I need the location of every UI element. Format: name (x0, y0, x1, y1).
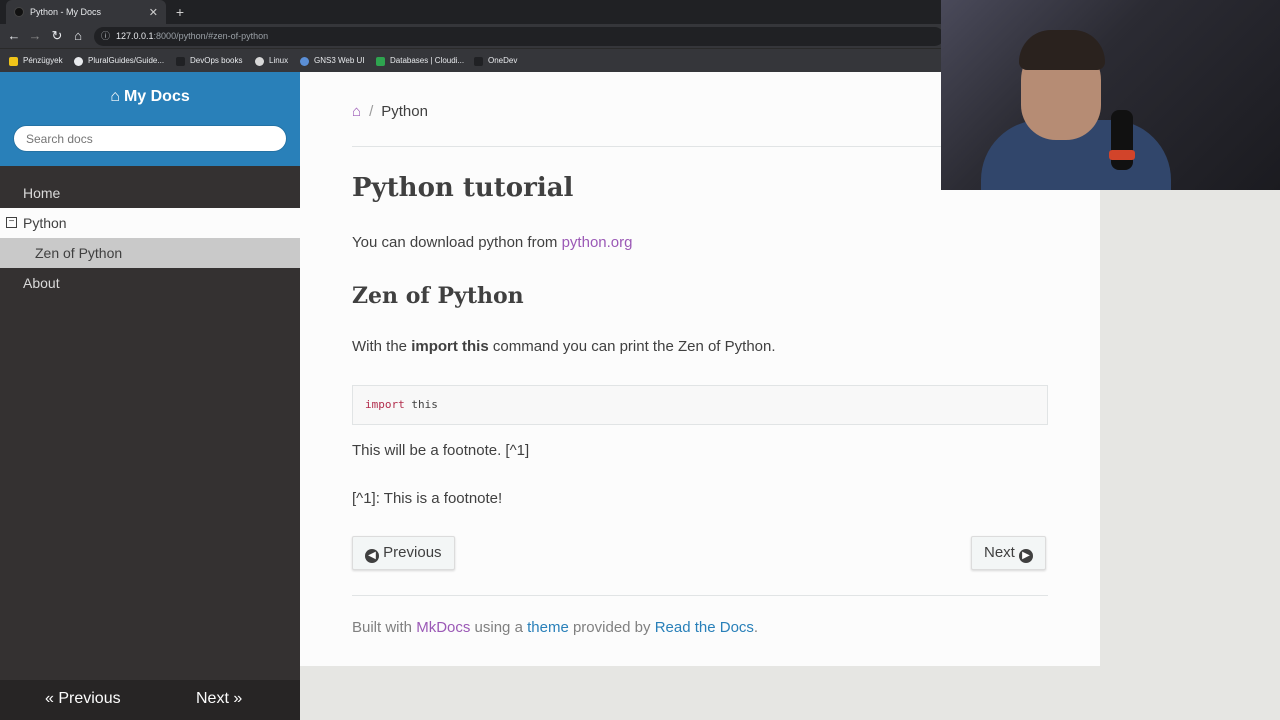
bookmark-item[interactable]: Pénzügyek (9, 54, 63, 68)
sidebar-item-zen-of-python[interactable]: Zen of Python (0, 238, 300, 268)
arrow-left-circle-icon: ◀ (365, 549, 379, 563)
bookmark-item[interactable]: OneDev (474, 54, 517, 68)
onedev-icon (474, 56, 483, 66)
sidebar-item-home[interactable]: Home (0, 178, 300, 208)
brand-link[interactable]: ⌂ My Docs (0, 88, 300, 106)
bookmark-item[interactable]: PluralGuides/Guide... (74, 54, 164, 68)
sidebar-item-about[interactable]: About (0, 268, 300, 298)
sidebar: ⌂My Docs Home − Python Zen of Python Abo… (0, 72, 300, 720)
python-org-link[interactable]: python.org (562, 234, 633, 251)
microphone (1111, 110, 1133, 170)
paragraph: With the import this command you can pri… (352, 338, 776, 355)
search-input[interactable] (13, 125, 287, 152)
divider (352, 595, 1048, 596)
breadcrumb: ⌂ / Python (352, 103, 428, 120)
webcam-overlay (941, 0, 1280, 190)
arrow-right-circle-icon: ▶ (1019, 549, 1034, 563)
previous-button[interactable]: ◀ Previous (352, 536, 455, 570)
theme-link[interactable]: theme (527, 619, 569, 636)
sidebar-pager: « Previous Next » (0, 680, 300, 720)
database-icon (376, 56, 385, 66)
forward-icon[interactable]: → (27, 28, 43, 44)
breadcrumb-separator: / (369, 103, 374, 120)
sidebar-item-python[interactable]: − Python (0, 208, 300, 238)
code-keyword: import (365, 398, 405, 411)
address-bar[interactable]: ⓘ 127.0.0.1:8000/python/#zen-of-python (94, 27, 944, 46)
paragraph: [^1]: This is a footnote! (352, 490, 503, 507)
url-path: :8000/python/#zen-of-python (153, 31, 269, 41)
bookmark-item[interactable]: GNS3 Web UI (300, 54, 365, 68)
home-icon[interactable]: ⌂ (70, 28, 86, 44)
back-icon[interactable]: ← (6, 28, 22, 44)
breadcrumb-current: Python (381, 103, 428, 120)
read-the-docs-link[interactable]: Read the Docs (655, 619, 754, 636)
footer: Built with MkDocs using a theme provided… (352, 619, 759, 636)
tab-title: Python - My Docs (30, 7, 102, 17)
folder-icon (9, 56, 18, 66)
page-title: Python tutorial (352, 173, 574, 203)
code-text: this (404, 398, 438, 411)
bookmark-icon (176, 56, 185, 66)
sidebar-nav: Home − Python Zen of Python About (0, 178, 300, 298)
url-host: 127.0.0.1 (116, 31, 154, 41)
sidebar-previous-link[interactable]: « Previous (45, 690, 121, 708)
reload-icon[interactable]: ↻ (49, 28, 65, 44)
tab-favicon-icon (14, 7, 24, 17)
bold-text: import this (411, 338, 489, 355)
tab-close-icon[interactable]: ✕ (149, 6, 158, 19)
presenter-hair (1019, 30, 1105, 70)
site-info-icon[interactable]: ⓘ (101, 27, 110, 46)
paragraph: This will be a footnote. [^1] (352, 442, 530, 459)
mkdocs-link[interactable]: MkDocs (416, 619, 470, 636)
section-heading: Zen of Python (352, 283, 524, 309)
bookmark-item[interactable]: DevOps books (176, 54, 242, 68)
paragraph: You can download python from python.org (352, 234, 633, 251)
sidebar-next-link[interactable]: Next » (196, 690, 242, 708)
gns3-icon (300, 56, 309, 66)
github-icon (74, 56, 83, 66)
bookmark-item[interactable]: Linux (255, 54, 288, 68)
code-block: import this (352, 385, 1048, 425)
home-icon: ⌂ (110, 88, 120, 105)
bookmark-item[interactable]: Databases | Cloudi... (376, 54, 464, 68)
new-tab-button[interactable]: + (172, 4, 188, 20)
microphone-ring (1109, 150, 1135, 160)
sidebar-header: ⌂ My Docs (0, 72, 300, 166)
home-icon[interactable]: ⌂ (352, 103, 361, 120)
linux-icon (255, 56, 264, 66)
next-button[interactable]: Next ▶ (971, 536, 1047, 570)
browser-tab[interactable]: Python - My Docs ✕ (6, 0, 166, 24)
collapse-icon[interactable]: − (6, 217, 17, 228)
